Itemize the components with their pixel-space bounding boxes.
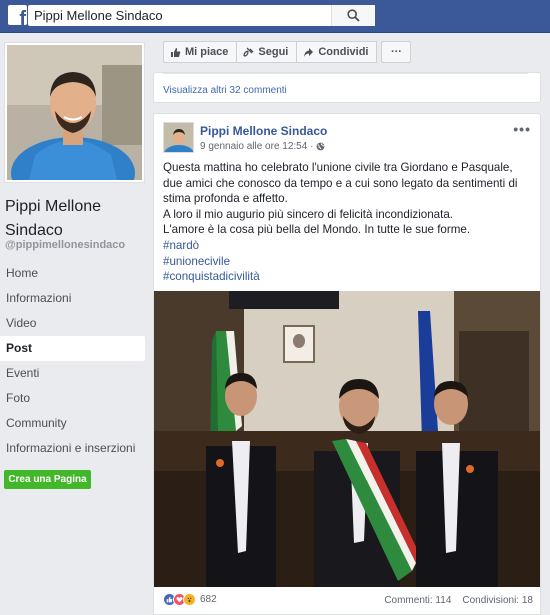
- search-icon: [347, 9, 360, 22]
- reactions-count: 682: [200, 594, 217, 605]
- share-icon: [304, 47, 314, 57]
- post-text-line: A loro il mio augurio più sincero di fel…: [163, 207, 454, 221]
- post-photo[interactable]: [154, 291, 540, 587]
- page-nav: Home Informazioni Video Post Eventi Foto…: [0, 261, 145, 461]
- nav-item-info-ads[interactable]: Informazioni e inserzioni: [0, 436, 145, 461]
- reactions-summary[interactable]: 682: [163, 593, 217, 606]
- like-label: Mi piace: [185, 46, 229, 58]
- nav-item-informazioni[interactable]: Informazioni: [0, 286, 145, 311]
- thumbs-up-icon: [171, 47, 181, 57]
- nav-item-video[interactable]: Video: [0, 311, 145, 336]
- left-sidebar: Pippi Mellone Sindaco @pippimellonesinda…: [0, 33, 153, 615]
- hashtags: #nardò #unionecivile #conquistadicivilit…: [163, 238, 260, 285]
- post-text-line: Questa mattina ho celebrato l'unione civ…: [163, 161, 518, 205]
- facebook-logo[interactable]: f: [8, 5, 27, 25]
- hashtag-link[interactable]: #nardò: [163, 238, 260, 254]
- post-footer: 682 Commenti: 114 Condivisioni: 18: [163, 593, 533, 609]
- follow-button[interactable]: Segui: [236, 41, 298, 63]
- divider: [163, 73, 528, 74]
- post-timestamp[interactable]: 9 gennaio alle ore 12:54 ·: [200, 141, 313, 152]
- profile-picture[interactable]: [4, 42, 145, 183]
- globe-icon: [317, 142, 325, 151]
- top-bar: f: [0, 0, 550, 33]
- comments-card: Visualizza altri 32 commenti: [153, 72, 541, 103]
- follow-label: Segui: [258, 46, 289, 58]
- wow-reaction-icon: [183, 593, 196, 606]
- search-box: [28, 5, 375, 26]
- post-stats: Commenti: 114 Condivisioni: 18: [384, 595, 533, 606]
- view-more-comments-link[interactable]: Visualizza altri 32 commenti: [163, 85, 287, 96]
- post-meta: 9 gennaio alle ore 12:54 ·: [200, 141, 325, 152]
- post-author-avatar[interactable]: [163, 122, 194, 153]
- follow-icon: [243, 47, 254, 57]
- page-name: Pippi Mellone Sindaco: [5, 198, 102, 239]
- post-author[interactable]: Pippi Mellone Sindaco: [200, 124, 327, 138]
- shares-count[interactable]: Condivisioni: 18: [462, 595, 533, 606]
- post-text: Questa mattina ho celebrato l'unione civ…: [163, 160, 533, 238]
- page-handle: @pippimellonesindaco: [5, 239, 126, 251]
- share-button[interactable]: Condividi: [296, 41, 378, 63]
- page-actions: Mi piace Segui Condividi ···: [163, 41, 412, 63]
- post-card: Pippi Mellone Sindaco 9 gennaio alle ore…: [153, 113, 541, 615]
- nav-item-home[interactable]: Home: [0, 261, 145, 286]
- share-label: Condividi: [318, 46, 369, 58]
- like-page-button[interactable]: Mi piace: [163, 41, 238, 63]
- nav-item-foto[interactable]: Foto: [0, 386, 145, 411]
- comments-count[interactable]: Commenti: 114: [384, 595, 451, 606]
- post-text-line: L'amore è la cosa più bella del Mondo. I…: [163, 223, 471, 236]
- hashtag-link[interactable]: #conquistadicivilità: [163, 269, 260, 285]
- search-input[interactable]: [28, 5, 348, 26]
- create-page-button[interactable]: Crea una Pagina: [4, 470, 91, 489]
- nav-item-community[interactable]: Community: [0, 411, 145, 436]
- hashtag-link[interactable]: #unionecivile: [163, 254, 260, 270]
- search-button[interactable]: [331, 5, 375, 26]
- more-actions-button[interactable]: ···: [381, 41, 412, 63]
- nav-item-post[interactable]: Post: [0, 336, 145, 361]
- nav-item-eventi[interactable]: Eventi: [0, 361, 145, 386]
- post-options-icon[interactable]: •••: [513, 121, 531, 137]
